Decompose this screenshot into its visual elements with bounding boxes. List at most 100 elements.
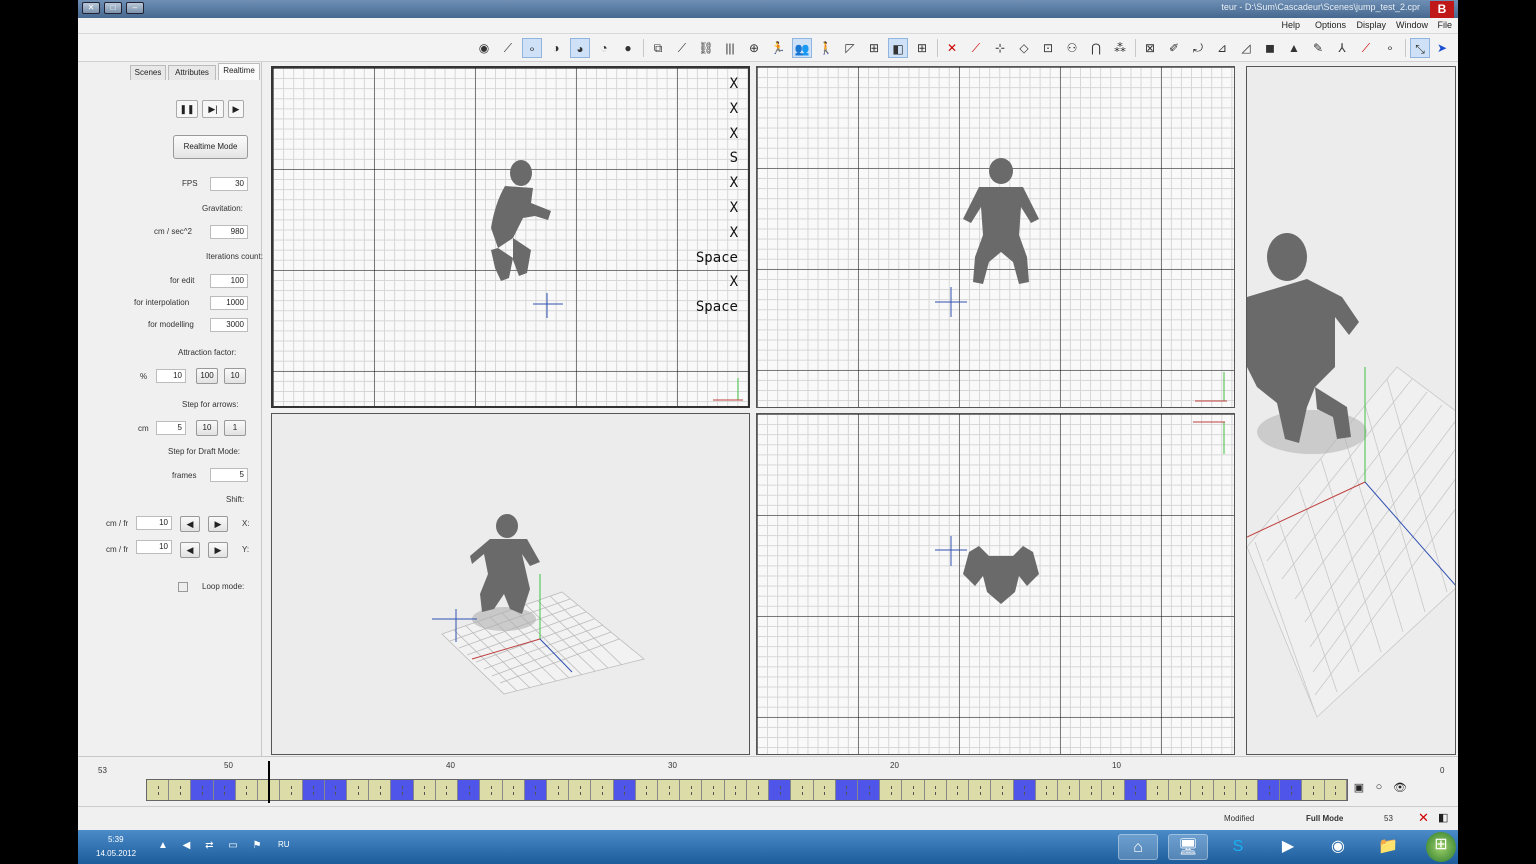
loop-mode-checkbox[interactable] [178, 582, 188, 592]
link-icon[interactable]: ⟋ [672, 38, 692, 58]
step-button[interactable]: ▶| [202, 100, 224, 118]
timeline-frame[interactable] [702, 780, 725, 800]
tab-scenes[interactable]: Scenes [130, 65, 166, 80]
dot-small-icon[interactable]: ∘ [522, 38, 542, 58]
clock-date[interactable]: 14.05.2012 [96, 849, 136, 858]
start-orb[interactable]: ⊞ [1426, 832, 1456, 862]
timeline-frame[interactable] [414, 780, 436, 800]
computer-app[interactable]: 🖥 [1168, 834, 1208, 860]
shift-x-right-button[interactable]: ▶ [208, 516, 228, 532]
timeline-frame[interactable] [1280, 780, 1303, 800]
timeline-frame[interactable] [747, 780, 770, 800]
key-square-icon[interactable]: ▣ [1352, 781, 1366, 795]
minimize-window-button[interactable]: – [126, 2, 144, 14]
arch-icon[interactable]: ⋂ [1086, 38, 1106, 58]
arrows-step-field[interactable]: 5 [156, 421, 186, 435]
shift-y-field[interactable]: 10 [136, 540, 172, 554]
menu-help[interactable]: Help [1281, 20, 1300, 30]
timeline-frame[interactable] [1058, 780, 1081, 800]
timeline-frame[interactable] [524, 780, 547, 800]
menu-file[interactable]: File [1437, 20, 1452, 30]
attraction-10-button[interactable]: 10 [224, 368, 246, 384]
pencil-icon[interactable]: ✐ [1164, 38, 1184, 58]
menu-window[interactable]: Window [1396, 20, 1428, 30]
viewport-front[interactable] [756, 66, 1235, 408]
close-scene-icon[interactable]: ✕ [1418, 810, 1429, 826]
window-icon[interactable]: ⧉ [648, 38, 668, 58]
timeline-frame[interactable] [1257, 780, 1281, 800]
timeline-frame[interactable] [436, 780, 459, 800]
pencil2-icon[interactable]: ◑ [546, 38, 566, 58]
play-button[interactable]: ▶ [228, 100, 244, 118]
timeline-frame[interactable] [880, 780, 903, 800]
timeline-frame[interactable] [1124, 780, 1147, 800]
timeline-frame[interactable] [769, 780, 792, 800]
timeline-frame[interactable] [1036, 780, 1058, 800]
iterations-edit-field[interactable]: 100 [210, 274, 248, 288]
language-indicator[interactable]: RU [278, 840, 290, 849]
timeline-frame[interactable] [902, 780, 925, 800]
realtime-mode-button[interactable]: Realtime Mode [173, 135, 248, 159]
run-icon[interactable]: 🏃 [768, 38, 788, 58]
line-icon[interactable]: ⟋ [498, 38, 518, 58]
triangle-icon[interactable]: ◿ [1236, 38, 1256, 58]
scale-icon[interactable]: ⊿ [1212, 38, 1232, 58]
corner-icon[interactable]: ◸ [840, 38, 860, 58]
draft-step-field[interactable]: 5 [210, 468, 248, 482]
timeline-frame[interactable] [613, 780, 636, 800]
skype-app[interactable]: S [1218, 834, 1258, 860]
timeline-frame[interactable] [925, 780, 947, 800]
attraction-field[interactable]: 10 [156, 369, 186, 383]
timeline-frame[interactable] [1013, 780, 1036, 800]
timeline-frame[interactable] [569, 780, 592, 800]
timeline-frame[interactable] [347, 780, 370, 800]
pin-icon[interactable]: ⊹ [990, 38, 1010, 58]
menu-options[interactable]: Options [1315, 20, 1346, 30]
fps-field[interactable]: 30 [210, 177, 248, 191]
timeline-frame[interactable] [391, 780, 414, 800]
square-icon[interactable]: ⊡ [1038, 38, 1058, 58]
timeline-frame[interactable] [947, 780, 970, 800]
timeline-frame[interactable] [503, 780, 525, 800]
figure-icon[interactable]: ⅄ [1332, 38, 1352, 58]
timeline-frame[interactable] [236, 780, 259, 800]
explorer-app[interactable]: 📁 [1368, 834, 1408, 860]
move-icon[interactable]: ⤡ [1410, 38, 1430, 58]
timeline-frame[interactable] [480, 780, 503, 800]
rotate-icon[interactable]: ⤾ [1188, 38, 1208, 58]
shift-x-left-button[interactable]: ◀ [180, 516, 200, 532]
arrows-1-button[interactable]: 1 [224, 420, 246, 436]
viewport-perspective[interactable] [271, 413, 750, 755]
timeline-frame[interactable] [814, 780, 836, 800]
arrows-10-button[interactable]: 10 [196, 420, 218, 436]
timeline-frame[interactable] [1080, 780, 1103, 800]
timeline-frame[interactable] [1325, 780, 1347, 800]
attraction-100-button[interactable]: 100 [196, 368, 218, 384]
pin2-icon[interactable]: ◉ [474, 38, 494, 58]
chrome-app[interactable]: ◉ [1318, 834, 1358, 860]
cascadeur-app[interactable]: ⌂ [1118, 834, 1158, 860]
timeline-frame[interactable] [302, 780, 325, 800]
delete-icon[interactable]: ✕ [942, 38, 962, 58]
timeline-frame[interactable] [1102, 780, 1125, 800]
iterations-model-field[interactable]: 3000 [210, 318, 248, 332]
bars-icon[interactable]: ||| [720, 38, 740, 58]
panel-toggle-icon[interactable]: ◧ [1438, 811, 1448, 824]
timeline-frame[interactable] [324, 780, 347, 800]
timeline-frame[interactable] [369, 780, 392, 800]
timeline-frame[interactable] [791, 780, 814, 800]
timeline-frame[interactable] [191, 780, 214, 800]
timeline-frame[interactable] [680, 780, 703, 800]
circle-icon[interactable]: ◔ [594, 38, 614, 58]
bone-chain-icon[interactable]: ▲ [1284, 38, 1304, 58]
timeline-frame[interactable] [991, 780, 1014, 800]
panel-icon[interactable]: ◧ [888, 38, 908, 58]
grid4-icon[interactable]: ⊞ [912, 38, 932, 58]
dot-icon[interactable]: ∘ [1380, 38, 1400, 58]
media-app[interactable]: ▶ [1268, 834, 1308, 860]
timeline-frame[interactable] [147, 780, 170, 800]
bone-icon[interactable]: ⟋ [1356, 38, 1376, 58]
viewport-side[interactable]: X X X S X X X Space X Space [271, 66, 750, 408]
shift-y-left-button[interactable]: ◀ [180, 542, 200, 558]
tab-attributes[interactable]: Attributes [168, 65, 216, 80]
